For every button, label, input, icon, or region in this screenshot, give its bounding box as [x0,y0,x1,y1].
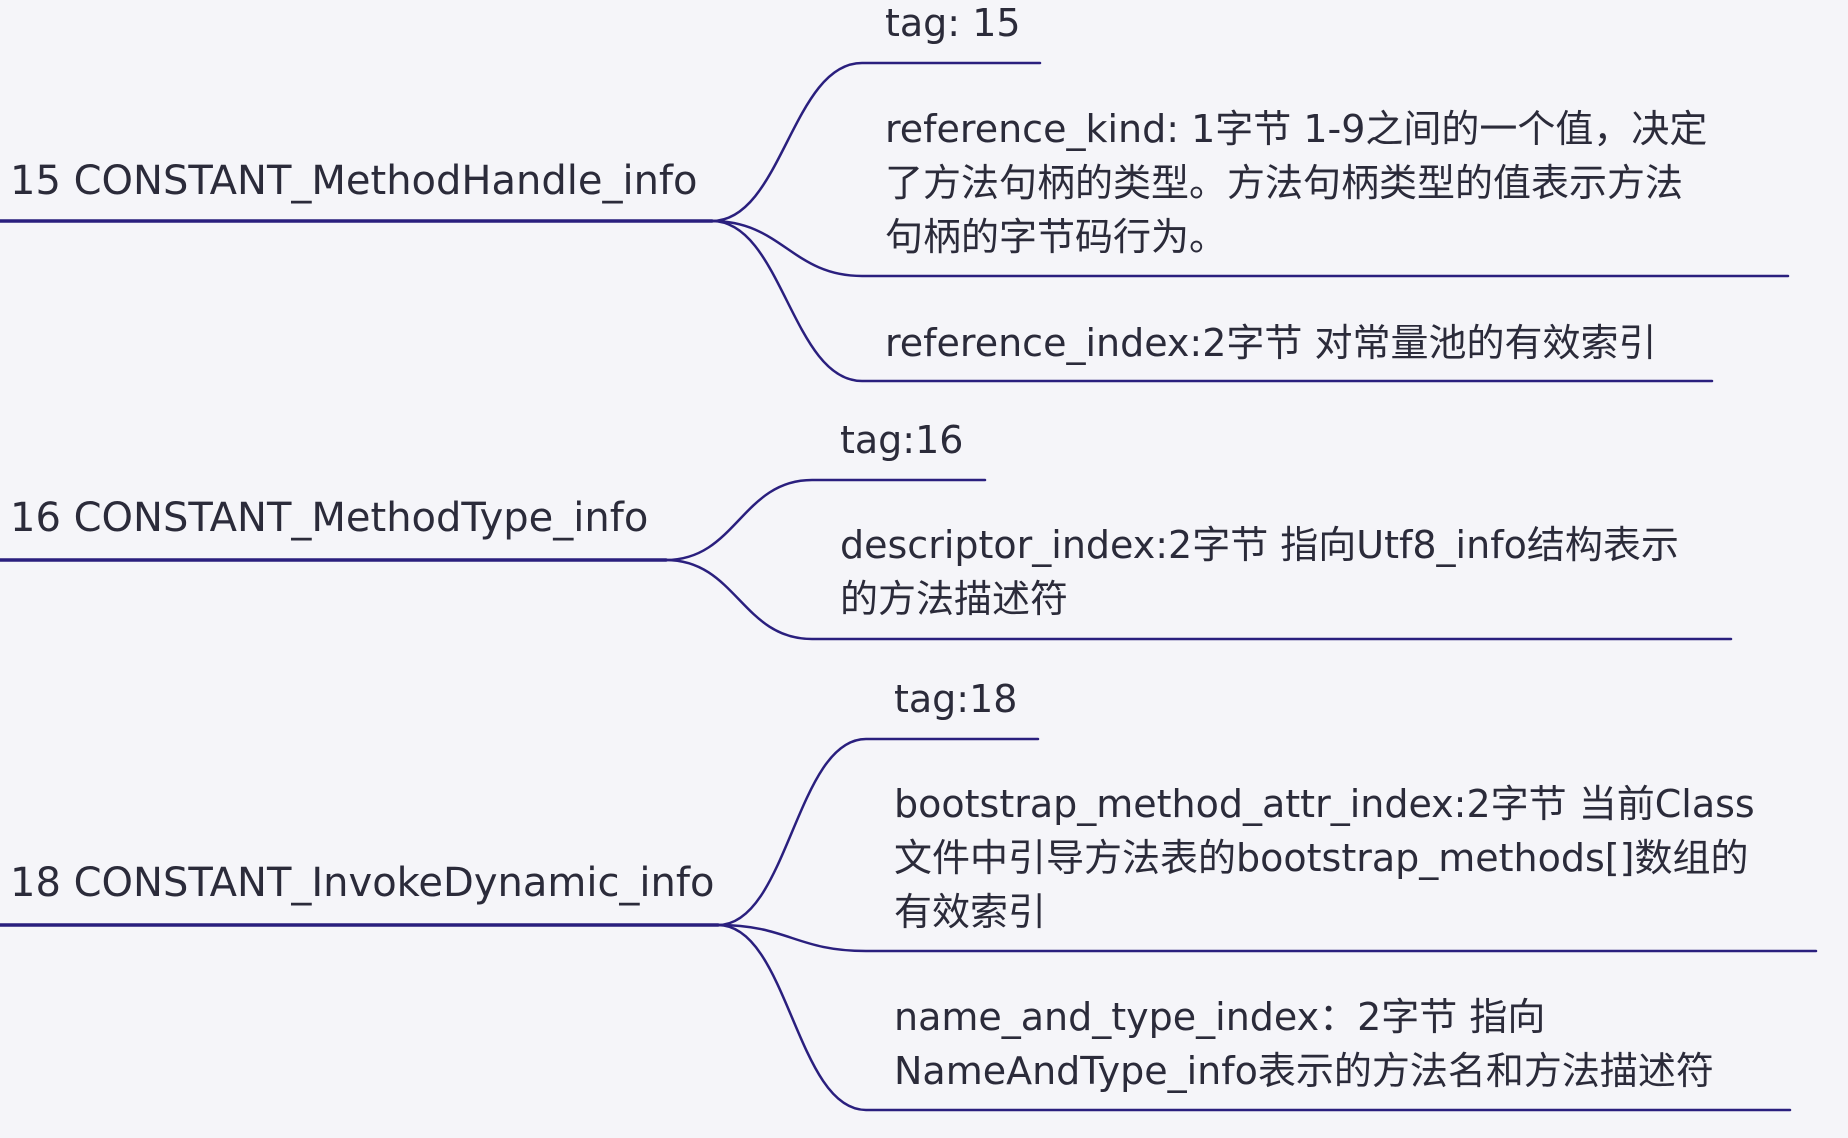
node-reference-kind[interactable]: reference_kind: 1字节 1-9之间的一个值，决定 了方法句柄的类… [885,102,1707,264]
node-methodhandle-tag[interactable]: tag: 15 [885,0,1021,50]
node-line: 文件中引导方法表的bootstrap_methods[]数组的 [894,836,1749,880]
node-line: 的方法描述符 [840,577,1069,621]
node-line: bootstrap_method_attr_index:2字节 当前Class [894,782,1755,826]
node-line: name_and_type_index：2字节 指向 [894,995,1546,1039]
node-bootstrap-method-attr-index[interactable]: bootstrap_method_attr_index:2字节 当前Class … [894,777,1755,939]
node-line: 了方法句柄的类型。方法句柄类型的值表示方法 [885,161,1684,205]
node-invokedynamic-tag[interactable]: tag:18 [894,672,1017,726]
node-invokedynamic-info[interactable]: 18 CONSTANT_InvokeDynamic_info [10,856,714,910]
node-line: tag:16 [840,418,964,462]
node-line: reference_index:2字节 对常量池的有效索引 [885,321,1657,365]
node-reference-index[interactable]: reference_index:2字节 对常量池的有效索引 [885,316,1656,370]
node-methodtype-tag[interactable]: tag:16 [840,413,963,467]
node-line: tag:18 [894,677,1018,721]
node-descriptor-index[interactable]: descriptor_index:2字节 指向Utf8_info结构表示 的方法… [840,518,1679,626]
node-line: descriptor_index:2字节 指向Utf8_info结构表示 [840,523,1679,567]
node-line: 句柄的字节码行为。 [885,215,1228,259]
node-line: NameAndType_info表示的方法名和方法描述符 [894,1049,1714,1093]
node-methodhandle-info[interactable]: 15 CONSTANT_MethodHandle_info [10,154,697,208]
node-line: tag: 15 [885,1,1021,45]
node-methodtype-info[interactable]: 16 CONSTANT_MethodType_info [10,491,648,545]
node-line: 有效索引 [894,890,1047,934]
node-line: reference_kind: 1字节 1-9之间的一个值，决定 [885,107,1708,151]
node-name-and-type-index[interactable]: name_and_type_index：2字节 指向 NameAndType_i… [894,990,1714,1098]
